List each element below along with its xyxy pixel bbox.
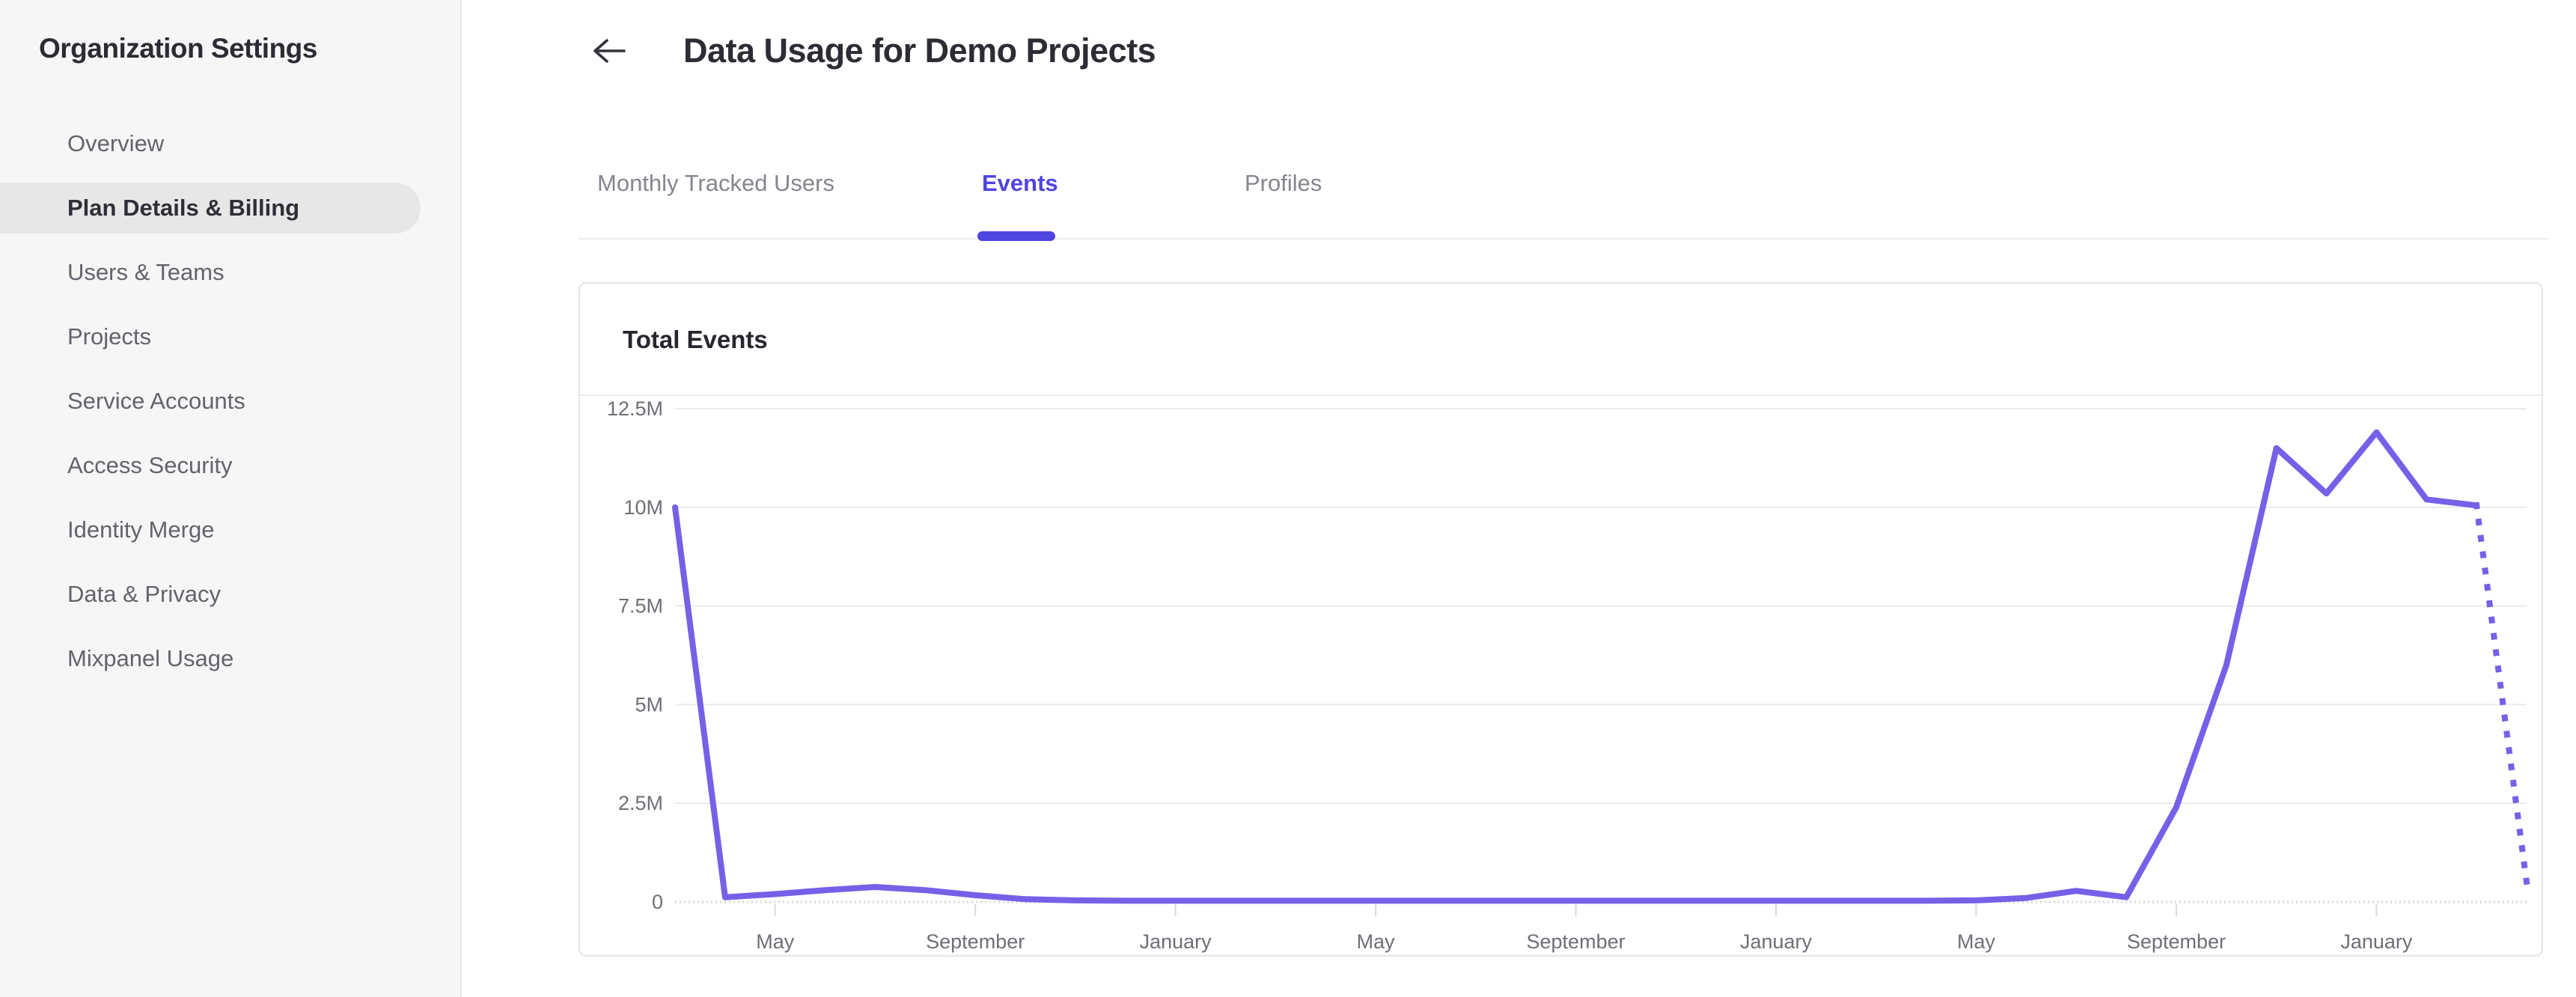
sidebar-item-service-accounts[interactable]: Service Accounts <box>0 376 421 427</box>
tab-monthly-tracked-users[interactable]: Monthly Tracked Users <box>597 169 834 198</box>
organization-settings-page: Organization Settings Overview Plan Detai… <box>0 0 2576 997</box>
svg-text:May: May <box>1357 930 1396 953</box>
sidebar-title: Organization Settings <box>39 33 317 64</box>
tab-events[interactable]: Events <box>982 169 1058 198</box>
page-title: Data Usage for Demo Projects <box>683 31 1156 70</box>
svg-text:September: September <box>2127 930 2226 953</box>
tab-profiles[interactable]: Profiles <box>1245 169 1322 198</box>
sidebar-item-overview[interactable]: Overview <box>0 118 421 169</box>
svg-text:May: May <box>756 930 795 953</box>
sidebar-item-identity-merge[interactable]: Identity Merge <box>0 504 421 555</box>
total-events-line-chart: 0 2.5M 5M 7.5M 10M 12.5M May September January Ma… <box>607 397 2530 953</box>
sidebar-nav: Overview Plan Details & Billing Users & Te… <box>0 118 462 698</box>
svg-text:7.5M: 7.5M <box>618 595 663 618</box>
sidebar-item-mixpanel-usage[interactable]: Mixpanel Usage <box>0 633 421 684</box>
svg-text:2.5M: 2.5M <box>618 792 663 814</box>
svg-text:January: January <box>1140 930 1212 953</box>
active-tab-underline <box>977 231 1055 241</box>
svg-text:5M: 5M <box>635 693 663 716</box>
svg-text:12.5M: 12.5M <box>607 397 663 420</box>
svg-text:0: 0 <box>652 891 663 913</box>
svg-text:September: September <box>926 930 1025 953</box>
sidebar-item-projects[interactable]: Projects <box>0 311 421 362</box>
left-arrow-icon <box>588 34 630 70</box>
svg-text:September: September <box>1527 930 1626 953</box>
svg-text:January: January <box>1740 930 1813 953</box>
svg-text:May: May <box>1957 930 1996 953</box>
sidebar-item-data-privacy[interactable]: Data & Privacy <box>0 569 421 620</box>
svg-text:10M: 10M <box>623 496 663 519</box>
sidebar: Organization Settings Overview Plan Detai… <box>0 0 462 997</box>
tab-bar-border <box>579 238 2549 240</box>
sidebar-item-plan-details-billing[interactable]: Plan Details & Billing <box>0 183 421 234</box>
sidebar-item-users-teams[interactable]: Users & Teams <box>0 247 421 298</box>
back-button[interactable] <box>588 34 630 69</box>
total-events-card: Total Events 0 2.5M 5M 7.5M 10M 12.5M May Septe… <box>579 282 2543 957</box>
sidebar-item-access-security[interactable]: Access Security <box>0 440 421 491</box>
svg-text:January: January <box>2340 930 2413 953</box>
